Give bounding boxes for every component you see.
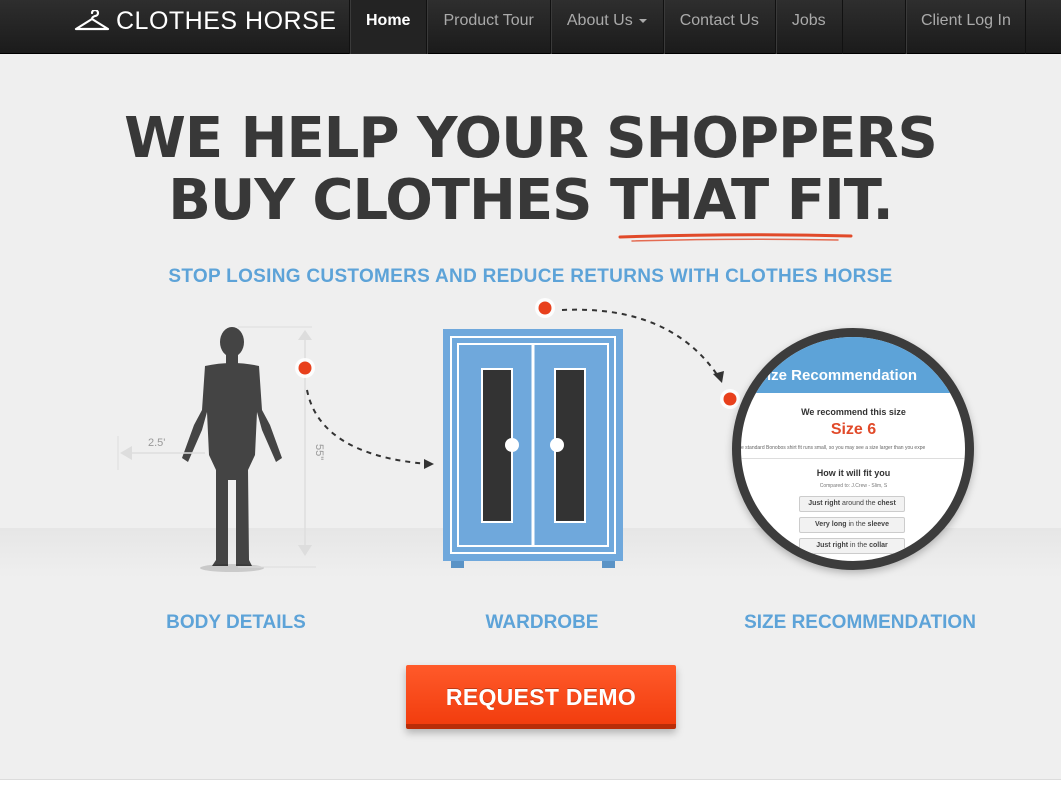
- step-label-size-recommendation: SIZE RECOMMENDATION: [744, 612, 976, 633]
- brand-logo[interactable]: CLOTHES HORSE: [74, 6, 336, 36]
- compared-to: Compared to: J.Crew - Slim, S: [819, 483, 888, 489]
- headline-line-2-plain: BUY CLOTHES: [168, 168, 610, 233]
- step-label-wardrobe: WARDROBE: [485, 612, 599, 633]
- headline-underlined-text: THAT FIT: [609, 168, 874, 233]
- brand-name: CLOTHES HORSE: [116, 6, 337, 35]
- nav-right: Client Log In: [905, 0, 1026, 54]
- caret-down-icon: [638, 18, 647, 23]
- nav-item-product-tour[interactable]: Product Tour: [426, 0, 549, 54]
- nav-item-jobs[interactable]: Jobs: [774, 0, 843, 54]
- fit-chip-sleeve: Very long in the sleeve: [799, 517, 905, 533]
- divider: [741, 458, 965, 459]
- nav-item-home[interactable]: Home: [349, 0, 427, 54]
- width-label: 2.5': [148, 437, 165, 449]
- fit-title: How it will fit you: [816, 468, 891, 478]
- headline-line-2: BUY CLOTHES THAT FIT.: [0, 170, 1061, 232]
- hero-headline: WE HELP YOUR SHOPPERS BUY CLOTHES THAT F…: [0, 108, 1061, 232]
- hero-subhead: STOP LOSING CUSTOMERS AND REDUCE RETURNS…: [168, 266, 893, 287]
- wardrobe-icon: [443, 329, 623, 568]
- nav-item-about-us-label: About Us: [566, 12, 633, 29]
- fit-chip-chest: Just right around the chest: [799, 496, 905, 512]
- red-dot-marker: [298, 361, 312, 375]
- step-label-body-details: BODY DETAILS: [166, 612, 306, 633]
- red-dot-marker: [538, 301, 552, 315]
- red-underline-stroke: [618, 233, 853, 242]
- magnifier-header: Size Recommendation: [741, 337, 965, 393]
- human-silhouette-icon: [182, 327, 282, 566]
- hanger-icon: [74, 10, 110, 31]
- page-bottom: [0, 780, 1061, 811]
- headline-period: .: [872, 168, 894, 233]
- nav-item-contact-us[interactable]: Contact Us: [662, 0, 775, 54]
- fit-note: e standard Bonobos shirt fit runs small,…: [741, 445, 926, 451]
- fit-chip-collar: Just right in the collar: [799, 538, 905, 554]
- red-dot-marker: [723, 392, 737, 406]
- request-demo-button[interactable]: REQUEST DEMO: [406, 665, 676, 729]
- nav-item-about-us[interactable]: About Us: [549, 0, 663, 54]
- top-navbar: CLOTHES HORSE Home Product Tour About Us…: [0, 0, 1061, 54]
- main-nav: Home Product Tour About Us Contact Us Jo…: [349, 0, 843, 54]
- headline-line-1: WE HELP YOUR SHOPPERS: [124, 106, 938, 171]
- size-recommendation-magnifier: Size Recommendation We recommend this si…: [732, 328, 974, 570]
- recommended-size: Size 6: [830, 421, 877, 438]
- client-login-link[interactable]: Client Log In: [905, 0, 1026, 54]
- recommend-title: We recommend this size: [801, 407, 906, 417]
- height-label: 55": [313, 444, 325, 460]
